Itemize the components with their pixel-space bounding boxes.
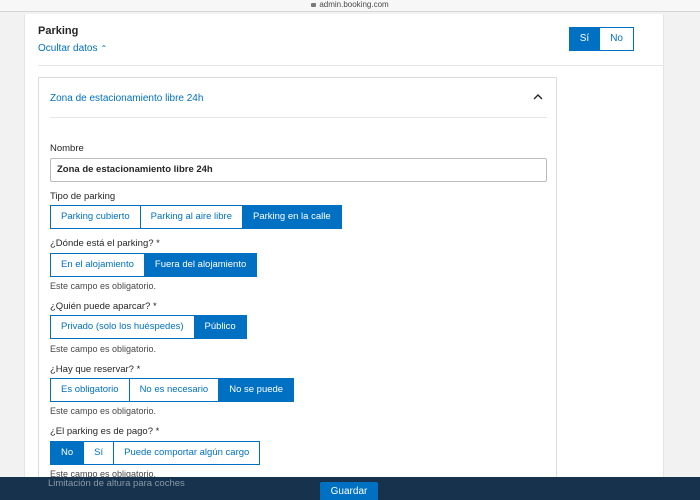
reservation-hint: Este campo es obligatorio. [50,406,157,416]
save-button[interactable]: Guardar [320,482,378,500]
location-hint: Este campo es obligatorio. [50,281,157,291]
who-can-park-hint: Este campo es obligatorio. [50,344,157,354]
option-not-needed[interactable]: No es necesario [129,378,220,402]
option-private[interactable]: Privado (solo los huéspedes) [50,315,195,339]
hide-details-link[interactable]: Ocultar datos ⌃ [38,43,107,54]
location-label: ¿Dónde está el parking? * [50,238,160,249]
option-not-possible[interactable]: No se puede [219,378,295,402]
parking-type-label: Tipo de parking [50,191,116,202]
divider [50,117,547,118]
name-input[interactable]: Zona de estacionamiento libre 24h [50,158,547,182]
chevron-up-icon[interactable] [532,91,544,103]
section-title: Parking [38,25,79,37]
parking-section: Parking Ocultar datos ⌃ Sí No Zona de est… [24,14,664,500]
height-limit-label: Limitación de altura para coches [48,478,185,489]
option-covered[interactable]: Parking cubierto [50,205,141,229]
reservation-options: Es obligatorio No es necesario No se pue… [50,378,295,402]
location-options: En el alojamiento Fuera del alojamiento [50,253,258,277]
name-label: Nombre [50,143,84,154]
yes-button[interactable]: Sí [568,27,601,51]
browser-address-bar[interactable]: admin.booking.com [0,0,700,12]
option-open-air[interactable]: Parking al aire libre [140,205,243,229]
no-button[interactable]: No [600,27,634,51]
option-yes[interactable]: Sí [84,441,115,465]
option-off-site[interactable]: Fuera del alojamiento [144,253,258,277]
chevron-up-icon: ⌃ [100,44,108,53]
parking-type-options: Parking cubierto Parking al aire libre P… [50,205,342,229]
divider [38,65,664,66]
option-on-site[interactable]: En el alojamiento [50,253,145,277]
option-may-charge[interactable]: Puede comportar algún cargo [114,441,261,465]
who-can-park-options: Privado (solo los huéspedes) Público [50,315,247,339]
option-no[interactable]: No [50,441,85,465]
hide-details-label: Ocultar datos [38,43,98,54]
reservation-label: ¿Hay que reservar? * [50,364,141,375]
parking-card: Zona de estacionamiento libre 24h Nombre… [38,77,557,500]
option-street[interactable]: Parking en la calle [242,205,342,229]
paid-label: ¿El parking es de pago? * [50,426,160,437]
paid-options: No Sí Puede comportar algún cargo [50,441,261,465]
option-public[interactable]: Público [194,315,247,339]
who-can-park-label: ¿Quién puede aparcar? * [50,301,157,312]
card-title[interactable]: Zona de estacionamiento libre 24h [50,93,203,104]
url-text: admin.booking.com [319,0,389,9]
option-mandatory[interactable]: Es obligatorio [50,378,130,402]
parking-yes-no-toggle: Sí No [568,27,634,51]
lock-icon [311,3,317,7]
